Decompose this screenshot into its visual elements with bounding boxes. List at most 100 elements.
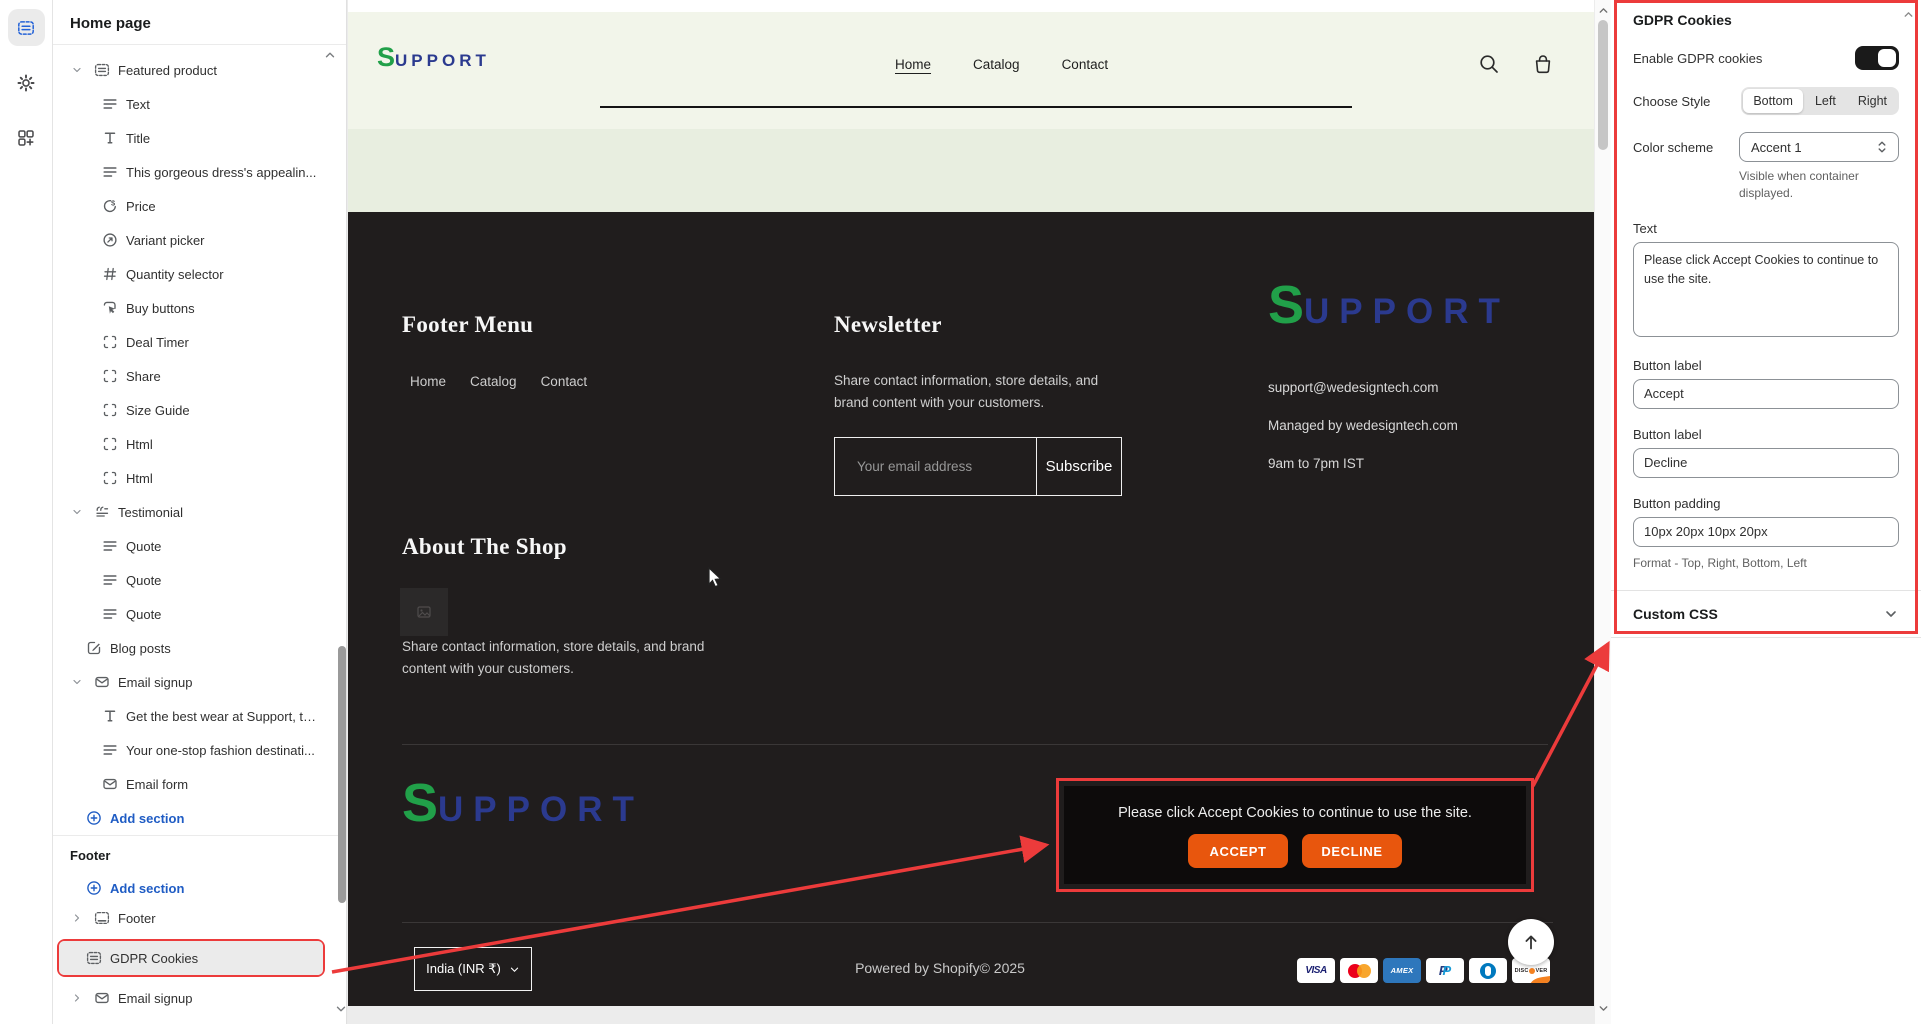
tree-item-label: Featured product — [118, 63, 217, 78]
add-section-button[interactable]: Add section — [53, 873, 346, 903]
scroll-down-icon[interactable] — [1597, 1002, 1610, 1015]
rail-settings-button[interactable] — [8, 64, 45, 101]
chevron-down-icon[interactable] — [68, 676, 86, 688]
accept-label-field[interactable] — [1633, 379, 1899, 409]
newsletter-text: Share contact information, store details… — [834, 370, 1134, 415]
tree-item-share[interactable]: Share — [53, 359, 346, 393]
gdpr-cookies-annotation-box: GDPR Cookies — [57, 939, 325, 977]
footer-menu-heading: Footer Menu — [402, 312, 533, 338]
arrow-up-icon — [1520, 931, 1542, 953]
tree-item-quantity-selector[interactable]: Quantity selector — [53, 257, 346, 291]
tree-item-email-form[interactable]: Email form — [53, 767, 346, 801]
tree-item-get-the-best-wear-at-support[interactable]: Get the best wear at Support, th... — [53, 699, 346, 733]
chevron-down-icon[interactable] — [68, 506, 86, 518]
tree-item-label: Share — [126, 369, 161, 384]
choose-style-label: Choose Style — [1633, 94, 1741, 109]
tree-item-text[interactable]: Text — [53, 87, 346, 121]
footer-link-home[interactable]: Home — [410, 374, 446, 389]
email-icon — [94, 674, 110, 690]
email-icon — [94, 990, 110, 1006]
tree-item-price[interactable]: $Price — [53, 189, 346, 223]
footer-bottom-logo: SUPPORT — [402, 772, 644, 834]
panel-title: GDPR Cookies — [1633, 12, 1899, 28]
tree-item-html[interactable]: Html — [53, 427, 346, 461]
tree-item-label: Blog posts — [110, 641, 171, 656]
style-option-bottom[interactable]: Bottom — [1743, 89, 1803, 113]
quantity-icon — [102, 266, 118, 282]
footer-link-contact[interactable]: Contact — [541, 374, 588, 389]
tree-item-this-gorgeous-dress-s-appeal[interactable]: This gorgeous dress's appealin... — [53, 155, 346, 189]
price-icon: $ — [102, 198, 118, 214]
theme-editor: Home page Featured productTextTitleThis … — [0, 0, 1921, 1024]
sidebar-scroll-up-icon[interactable] — [323, 48, 337, 62]
tree-item-featured-product[interactable]: Featured product — [53, 53, 346, 87]
nav-link-home[interactable]: Home — [895, 57, 931, 72]
style-option-left[interactable]: Left — [1805, 89, 1846, 113]
tree-item-email-signup[interactable]: Email signup — [53, 983, 346, 1013]
tree-item-gdpr-cookies[interactable]: GDPR Cookies — [59, 941, 323, 975]
panel-scroll-up-icon[interactable] — [1902, 8, 1915, 21]
tree-item-quote[interactable]: Quote — [53, 563, 346, 597]
store-nav: Home Catalog Contact — [895, 57, 1108, 72]
tree-item-variant-picker[interactable]: Variant picker — [53, 223, 346, 257]
decline-label-field[interactable] — [1633, 448, 1899, 478]
tree-item-blog-posts[interactable]: Blog posts — [53, 631, 346, 665]
store-logo[interactable]: SUPPORT — [377, 42, 490, 73]
tree-item-buy-buttons[interactable]: Buy buttons — [53, 291, 346, 325]
tree-item-your-one-stop-fashion-destin[interactable]: Your one-stop fashion destinati... — [53, 733, 346, 767]
chevron-right-icon[interactable] — [68, 992, 86, 1004]
sidebar-scroll-down-icon[interactable] — [334, 1002, 348, 1016]
text-icon — [102, 742, 118, 758]
tree-item-email-signup[interactable]: Email signup — [53, 665, 346, 699]
tree-item-label: Quote — [126, 539, 161, 554]
nav-link-catalog[interactable]: Catalog — [973, 57, 1020, 72]
style-option-right[interactable]: Right — [1848, 89, 1897, 113]
country-currency-selector[interactable]: India (INR ₹) — [414, 947, 532, 991]
enable-gdpr-toggle[interactable] — [1855, 46, 1899, 70]
search-icon[interactable] — [1478, 53, 1500, 75]
footer-logo: SUPPORT — [1268, 274, 1510, 336]
tree-item-title[interactable]: Title — [53, 121, 346, 155]
email-input[interactable] — [835, 438, 1036, 495]
text-label: Text — [1633, 221, 1899, 236]
variant-icon — [102, 232, 118, 248]
tree-item-deal-timer[interactable]: Deal Timer — [53, 325, 346, 359]
tree-item-testimonial[interactable]: Testimonial — [53, 495, 346, 529]
decline-cookies-button[interactable]: DECLINE — [1302, 834, 1402, 868]
rail-sections-button[interactable] — [8, 9, 45, 46]
cart-bag-icon[interactable] — [1532, 53, 1554, 75]
tree-item-label: Html — [126, 471, 153, 486]
scroll-up-icon[interactable] — [1597, 4, 1610, 17]
accept-cookies-button[interactable]: ACCEPT — [1188, 834, 1288, 868]
custom-icon — [102, 368, 118, 384]
sections-sidebar: Home page Featured productTextTitleThis … — [53, 0, 347, 1024]
nav-link-contact[interactable]: Contact — [1062, 57, 1109, 72]
enable-gdpr-label: Enable GDPR cookies — [1633, 51, 1855, 66]
footer-menu-links: Home Catalog Contact — [410, 374, 587, 389]
custom-css-section[interactable]: Custom CSS — [1633, 591, 1899, 637]
scroll-to-top-button[interactable] — [1508, 919, 1554, 965]
newsletter-form: Subscribe — [834, 437, 1122, 496]
chevron-right-icon[interactable] — [68, 912, 86, 924]
sidebar-scrollbar-thumb[interactable] — [338, 646, 346, 903]
footer-link-catalog[interactable]: Catalog — [470, 374, 517, 389]
tree-item-html[interactable]: Html — [53, 461, 346, 495]
subscribe-button[interactable]: Subscribe — [1036, 438, 1121, 495]
tree-item-footer[interactable]: Footer — [53, 903, 346, 933]
chevron-down-icon[interactable] — [68, 64, 86, 76]
preview-scrollbar-thumb[interactable] — [1598, 20, 1608, 150]
tree-item-quote[interactable]: Quote — [53, 529, 346, 563]
tree-item-quote[interactable]: Quote — [53, 597, 346, 631]
preview-scrollbar[interactable] — [1594, 0, 1611, 1024]
tree-item-label: Your one-stop fashion destinati... — [126, 743, 315, 758]
tree-item-size-guide[interactable]: Size Guide — [53, 393, 346, 427]
text-icon — [102, 96, 118, 112]
color-scheme-select[interactable]: Accent 1 — [1739, 132, 1899, 162]
rail-apps-button[interactable] — [8, 119, 45, 156]
banner-text-field[interactable]: Please click Accept Cookies to continue … — [1633, 242, 1899, 337]
add-section-button[interactable]: Add section — [53, 801, 346, 835]
custom-icon — [102, 470, 118, 486]
testimonial-icon — [94, 504, 110, 520]
button-padding-field[interactable] — [1633, 517, 1899, 547]
diners-payment-icon — [1469, 958, 1507, 983]
